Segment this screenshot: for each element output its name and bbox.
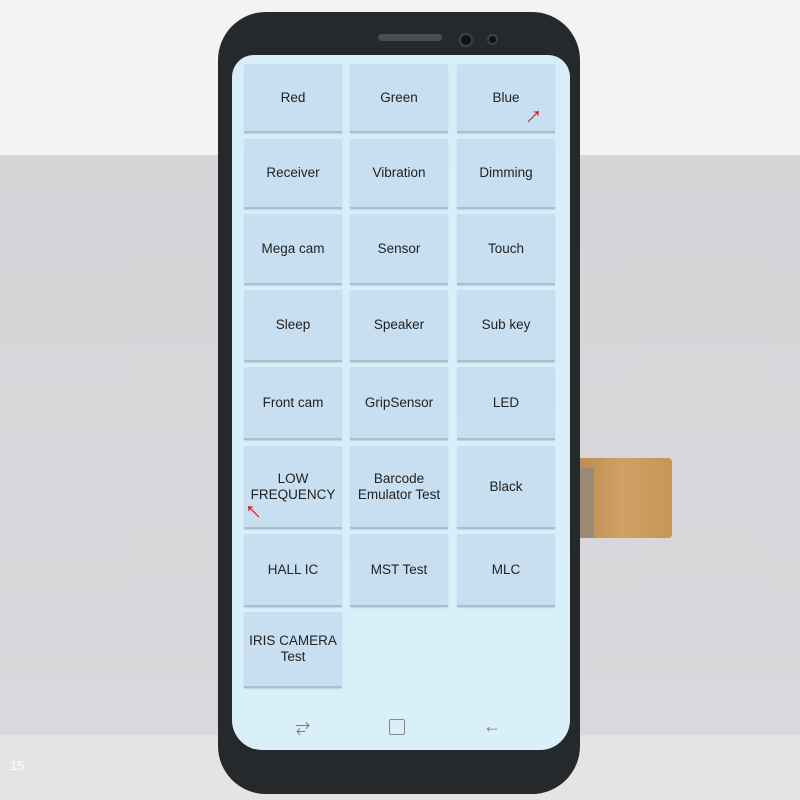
test-button-sleep[interactable]: Sleep xyxy=(244,290,342,362)
test-button-mega-cam[interactable]: Mega cam xyxy=(244,214,342,285)
test-button-dimming[interactable]: Dimming xyxy=(457,139,555,209)
test-button-front-cam[interactable]: Front cam xyxy=(244,367,342,440)
test-button-vibration[interactable]: Vibration xyxy=(350,139,448,209)
test-button-sensor[interactable]: Sensor xyxy=(350,214,448,285)
earpiece-speaker xyxy=(378,34,442,41)
watermark: 15 xyxy=(10,758,25,773)
test-button-iris-camera-test[interactable]: IRIS CAMERA Test xyxy=(244,612,342,688)
test-button-led[interactable]: LED xyxy=(457,367,555,440)
test-button-green[interactable]: Green xyxy=(350,64,448,133)
test-button-mst-test[interactable]: MST Test xyxy=(350,534,448,607)
test-button-barcode-emulator-test[interactable]: Barcode Emulator Test xyxy=(350,446,448,529)
test-button-mlc[interactable]: MLC xyxy=(457,534,555,607)
test-button-hall-ic[interactable]: HALL IC xyxy=(244,534,342,607)
test-button-receiver[interactable]: Receiver xyxy=(244,139,342,209)
recents-icon[interactable]: ⥂ xyxy=(293,716,313,736)
test-button-blue[interactable]: Blue xyxy=(457,64,555,133)
flex-connector xyxy=(578,468,594,538)
test-button-sub-key[interactable]: Sub key xyxy=(457,290,555,362)
front-camera xyxy=(459,33,473,47)
test-button-red[interactable]: Red xyxy=(244,64,342,133)
sensor xyxy=(487,34,498,45)
back-icon[interactable]: ← xyxy=(482,716,502,736)
test-button-touch[interactable]: Touch xyxy=(457,214,555,285)
test-button-black[interactable]: Black xyxy=(457,446,555,529)
home-icon[interactable] xyxy=(389,719,405,735)
test-button-gripsensor[interactable]: GripSensor xyxy=(350,367,448,440)
test-button-speaker[interactable]: Speaker xyxy=(350,290,448,362)
